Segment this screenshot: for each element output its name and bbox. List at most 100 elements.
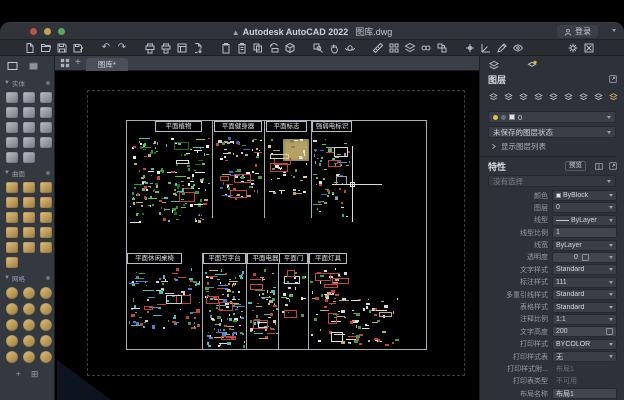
property-control[interactable]: Standard (552, 264, 617, 275)
surface-tool-icon[interactable] (23, 212, 35, 223)
solid-tool-icon[interactable] (23, 122, 35, 133)
palette-add-button[interactable]: + (16, 369, 21, 380)
layer-palette-icon[interactable] (488, 60, 500, 71)
property-control[interactable]: 0 (552, 252, 617, 263)
solid-tool-icon[interactable] (23, 137, 35, 148)
titlebar-more-caret[interactable] (612, 29, 616, 32)
surface-tool-icon[interactable] (40, 212, 52, 223)
mesh-tool-icon[interactable] (40, 303, 52, 315)
mesh-tool-icon[interactable] (6, 351, 18, 363)
solid-tool-icon[interactable] (6, 152, 18, 163)
property-control[interactable]: ByLayer (552, 215, 617, 226)
palette-section-header-2[interactable]: ▼网格 (0, 270, 54, 285)
surface-tool-icon[interactable] (6, 182, 18, 193)
mesh-tool-icon[interactable] (23, 303, 35, 315)
login-button[interactable]: 登录 (557, 25, 598, 38)
paste-icon[interactable] (235, 41, 249, 54)
palette-section-header-1[interactable]: ▼曲面 (0, 165, 54, 180)
solid-tool-icon[interactable] (23, 152, 35, 163)
zoom-window-button[interactable] (58, 28, 65, 35)
surface-tool-icon[interactable] (23, 197, 35, 208)
section-options-icon[interactable] (46, 81, 50, 85)
solid-tool-icon[interactable] (40, 107, 52, 118)
property-control[interactable]: ByLayer (552, 240, 617, 251)
mesh-tool-icon[interactable] (6, 335, 18, 347)
palette-options-button[interactable]: ⊞ (31, 369, 39, 380)
model-canvas[interactable]: 平面植物平面健身器平面标志强弱电标识平面休闲桌椅平面写字台平面电器平面门平面灯具 (55, 71, 479, 400)
solid-tool-icon[interactable] (23, 107, 35, 118)
new-layer-icon[interactable] (526, 60, 538, 71)
start-tab-grid-icon[interactable] (60, 58, 70, 68)
layer-dropdown[interactable]: 0 (488, 111, 616, 123)
ucs-icon[interactable] (479, 41, 493, 54)
new-icon[interactable] (23, 41, 37, 54)
property-control[interactable]: 布局1 (552, 388, 617, 399)
layer-thaw-icon[interactable] (533, 89, 544, 107)
mesh-tool-icon[interactable] (40, 319, 52, 331)
surface-tool-icon[interactable] (23, 182, 35, 193)
layer-freeze-icon[interactable] (518, 89, 529, 107)
section-options-icon[interactable] (46, 276, 50, 280)
layer-walk-icon[interactable] (608, 89, 619, 107)
mesh-tool-icon[interactable] (40, 287, 52, 299)
mesh-tool-icon[interactable] (40, 335, 52, 347)
publish-icon[interactable] (191, 41, 205, 54)
mesh-tool-icon[interactable] (6, 303, 18, 315)
close-window-button[interactable] (30, 28, 37, 35)
surface-tool-icon[interactable] (6, 227, 18, 238)
solid-tool-icon[interactable] (23, 92, 35, 103)
surface-tool-icon[interactable] (40, 197, 52, 208)
wireframe-box-icon[interactable] (6, 60, 19, 72)
redo-icon[interactable]: ↷ (115, 41, 129, 54)
property-control[interactable]: 200 (552, 326, 617, 337)
new-tab-button[interactable]: + (75, 58, 81, 68)
pan-icon[interactable] (327, 41, 341, 54)
array-icon[interactable] (387, 41, 401, 54)
group-icon[interactable] (419, 41, 433, 54)
mesh-tool-icon[interactable] (23, 335, 35, 347)
solid-tool-icon[interactable] (40, 92, 52, 103)
flip-pages-icon[interactable] (594, 161, 604, 171)
mesh-tool-icon[interactable] (23, 319, 35, 331)
surface-tool-icon[interactable] (6, 212, 18, 223)
surface-tool-icon[interactable] (6, 242, 18, 253)
measure-icon[interactable] (371, 41, 385, 54)
selection-dropdown[interactable]: 没有选择 (488, 175, 616, 187)
property-control[interactable]: 无 (552, 351, 617, 362)
solid-tool-icon[interactable] (40, 122, 52, 133)
layer-isolate-icon[interactable] (578, 89, 589, 107)
insert-block-icon[interactable] (283, 41, 297, 54)
surface-tool-icon[interactable] (40, 227, 52, 238)
mesh-tool-icon[interactable] (6, 287, 18, 299)
layer-lock-icon[interactable] (548, 89, 559, 107)
zoom-window-icon[interactable] (311, 41, 325, 54)
mesh-tool-icon[interactable] (6, 319, 18, 331)
save-icon[interactable] (55, 41, 69, 54)
layer-state-dropdown[interactable]: 未保存的图层状态 (488, 126, 616, 138)
layer-unisolate-icon[interactable] (593, 89, 604, 107)
panel-collapse-icon[interactable] (608, 161, 618, 171)
pick-height-icon[interactable] (606, 328, 613, 335)
solid-tool-icon[interactable] (6, 122, 18, 133)
surface-tool-icon[interactable] (23, 227, 35, 238)
layer-off-icon[interactable] (503, 89, 514, 107)
solid-box-icon[interactable] (27, 60, 40, 72)
surface-tool-icon[interactable] (40, 182, 52, 193)
named-views-icon[interactable] (511, 41, 525, 54)
save-as-icon[interactable] (71, 41, 85, 54)
attach-xref-icon[interactable] (435, 41, 449, 54)
plot-preview-icon[interactable] (159, 41, 173, 54)
annotate-icon[interactable] (495, 41, 509, 54)
property-control[interactable]: 111 (552, 277, 617, 288)
property-control[interactable]: Standard (552, 302, 617, 313)
layer-on-icon[interactable] (488, 89, 499, 107)
open-icon[interactable] (39, 41, 53, 54)
property-control[interactable]: BYCOLOR (552, 339, 617, 350)
property-control[interactable]: 1:1 (552, 314, 617, 325)
drawing-tab-active[interactable]: 图库* (86, 58, 128, 71)
show-layer-list-toggle[interactable]: 显示图层列表 (490, 141, 624, 152)
surface-tool-icon[interactable] (6, 257, 18, 268)
property-control[interactable]: ByBlock (552, 190, 617, 201)
panel-collapse-icon[interactable] (608, 74, 618, 84)
property-control[interactable]: 1 (552, 227, 617, 238)
